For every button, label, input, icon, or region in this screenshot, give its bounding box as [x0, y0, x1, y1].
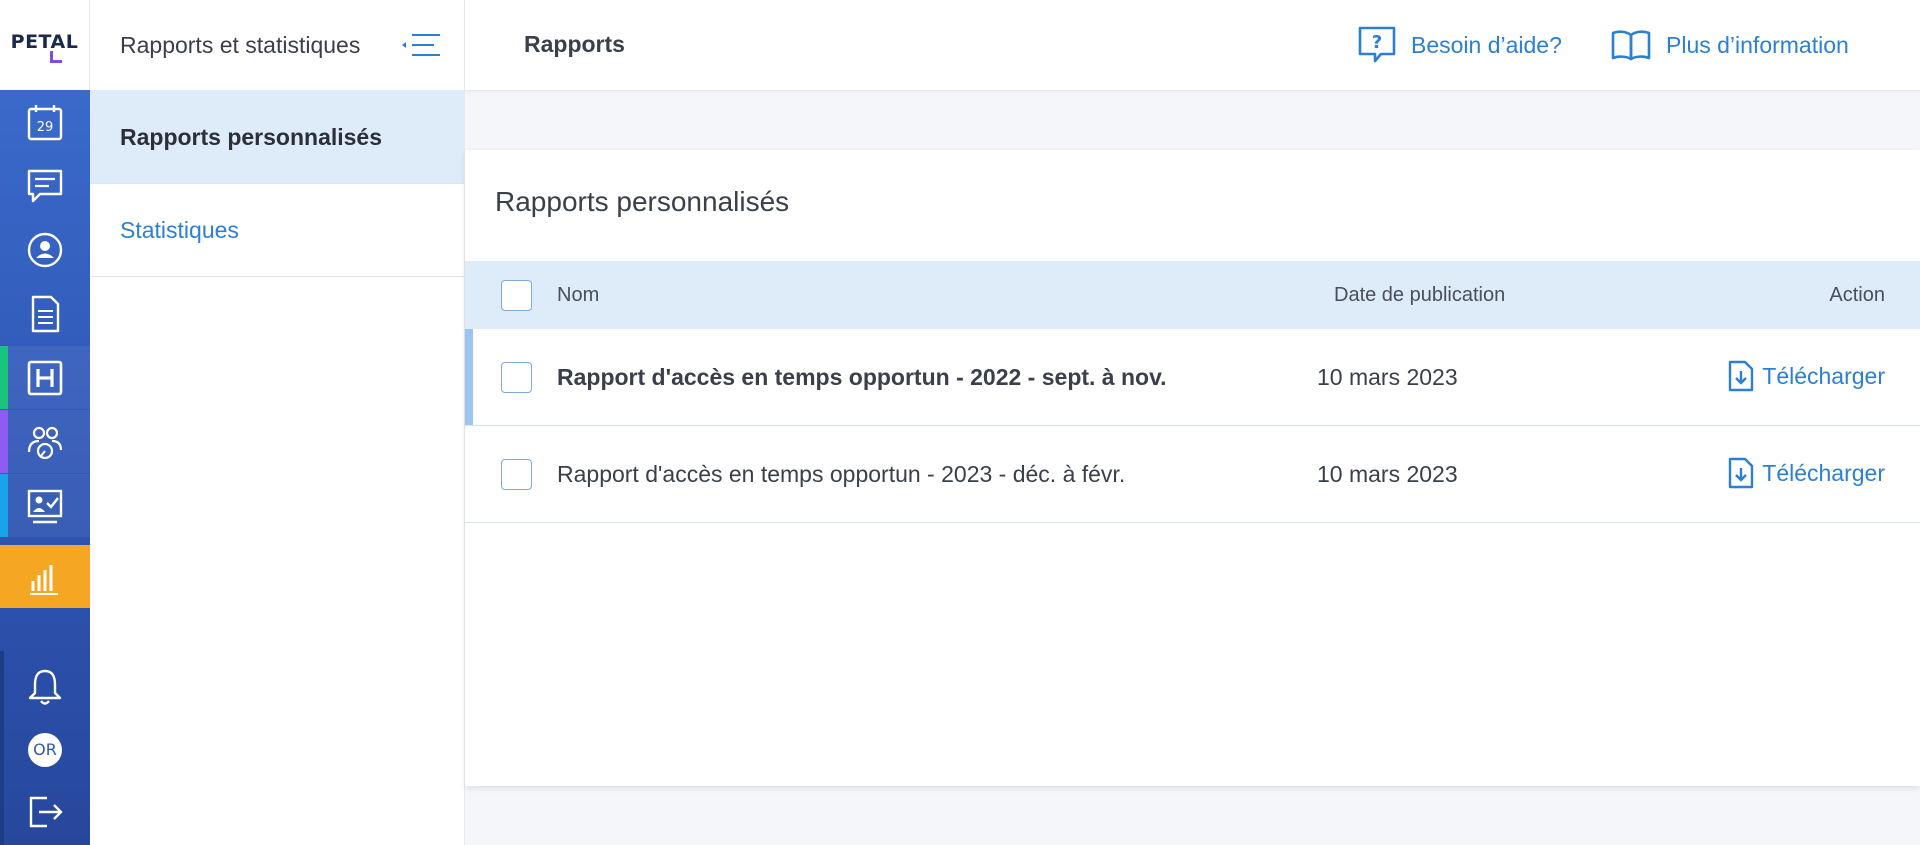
column-header-name: Nom: [557, 284, 600, 306]
help-label: Besoin d’aide?: [1411, 31, 1562, 58]
rail-care-team[interactable]: [0, 410, 90, 473]
sidebar-item-label: Statistiques: [120, 216, 239, 243]
user-circle-icon: [27, 232, 63, 267]
rail-profile[interactable]: [0, 218, 90, 281]
svg-text:?: ?: [1372, 32, 1382, 53]
download-button[interactable]: Télécharger: [1728, 360, 1885, 392]
download-button[interactable]: Télécharger: [1728, 457, 1885, 489]
logo-text: PETAL: [10, 31, 79, 53]
sidebar-title: Rapports et statistiques: [120, 31, 361, 58]
download-label: Télécharger: [1762, 459, 1885, 486]
rail-notifications[interactable]: [0, 655, 90, 718]
sidebar-item-label: Rapports personnalisés: [120, 123, 383, 150]
purple-stripe: [0, 410, 8, 473]
hospital-icon: [27, 360, 63, 395]
sidebar-item-statistics[interactable]: Statistiques: [90, 184, 464, 277]
rail-education[interactable]: [0, 474, 90, 537]
download-file-icon: [1729, 457, 1754, 489]
top-bar: Rapports ? Besoin d’aide? Plus d’informa…: [465, 0, 1920, 91]
help-link[interactable]: ? Besoin d’aide?: [1357, 24, 1562, 66]
unread-indicator: [465, 329, 473, 425]
petal-logo[interactable]: PETAL: [0, 0, 90, 90]
card-title: Rapports personnalisés: [495, 186, 790, 217]
select-all-checkbox[interactable]: [501, 280, 532, 311]
cyan-stripe: [0, 474, 8, 537]
publication-date: 10 mars 2023: [1317, 461, 1458, 487]
report-name[interactable]: Rapport d'accès en temps opportun - 2022…: [557, 364, 1167, 391]
chat-icon: [27, 169, 63, 202]
column-header-action: Action: [1829, 284, 1885, 306]
rail-logout[interactable]: [0, 780, 90, 843]
rail-reports[interactable]: [0, 545, 90, 608]
report-name[interactable]: Rapport d'accès en temps opportun - 2023…: [557, 461, 1125, 488]
rail-hospital[interactable]: [0, 346, 90, 409]
presentation-check-icon: [27, 489, 63, 523]
row-checkbox[interactable]: [501, 459, 532, 490]
row-checkbox[interactable]: [501, 362, 532, 393]
bell-icon: [28, 669, 62, 705]
sidebar-header: Rapports et statistiques: [90, 0, 464, 91]
left-rail: PETAL 29 OR: [0, 0, 90, 845]
calendar-day: 29: [37, 120, 54, 135]
table-row[interactable]: Rapport d'accès en temps opportun - 2023…: [465, 426, 1920, 523]
people-icon: [27, 426, 63, 459]
rail-messages[interactable]: [0, 154, 90, 217]
collapse-menu-icon[interactable]: [396, 27, 444, 63]
rail-account[interactable]: OR: [0, 718, 90, 781]
rail-documents[interactable]: [0, 282, 90, 345]
sidebar-item-custom-reports[interactable]: Rapports personnalisés: [90, 91, 464, 184]
green-stripe: [0, 346, 8, 409]
table-header: Nom Date de publication Action: [465, 261, 1920, 329]
secondary-sidebar: Rapports et statistiques Rapports person…: [90, 0, 465, 845]
reports-card: Rapports personnalisés Nom Date de publi…: [465, 150, 1920, 786]
rail-calendar[interactable]: 29: [0, 91, 90, 154]
bar-chart-icon: [30, 564, 58, 595]
document-icon: [31, 295, 60, 332]
logout-icon: [29, 796, 63, 827]
publication-date: 10 mars 2023: [1317, 364, 1458, 390]
download-label: Télécharger: [1762, 362, 1885, 389]
logo-mark-icon: [50, 51, 62, 63]
table-row[interactable]: Rapport d'accès en temps opportun - 2022…: [465, 329, 1920, 426]
calendar-icon: 29: [27, 104, 63, 140]
more-info-link[interactable]: Plus d’information: [1610, 24, 1849, 66]
more-info-label: Plus d’information: [1666, 31, 1849, 58]
page-title: Rapports: [524, 31, 625, 57]
avatar: OR: [28, 732, 62, 767]
help-chat-icon: ?: [1358, 26, 1396, 63]
download-file-icon: [1729, 360, 1754, 392]
column-header-date: Date de publication: [1334, 284, 1506, 306]
open-book-icon: [1611, 30, 1651, 61]
